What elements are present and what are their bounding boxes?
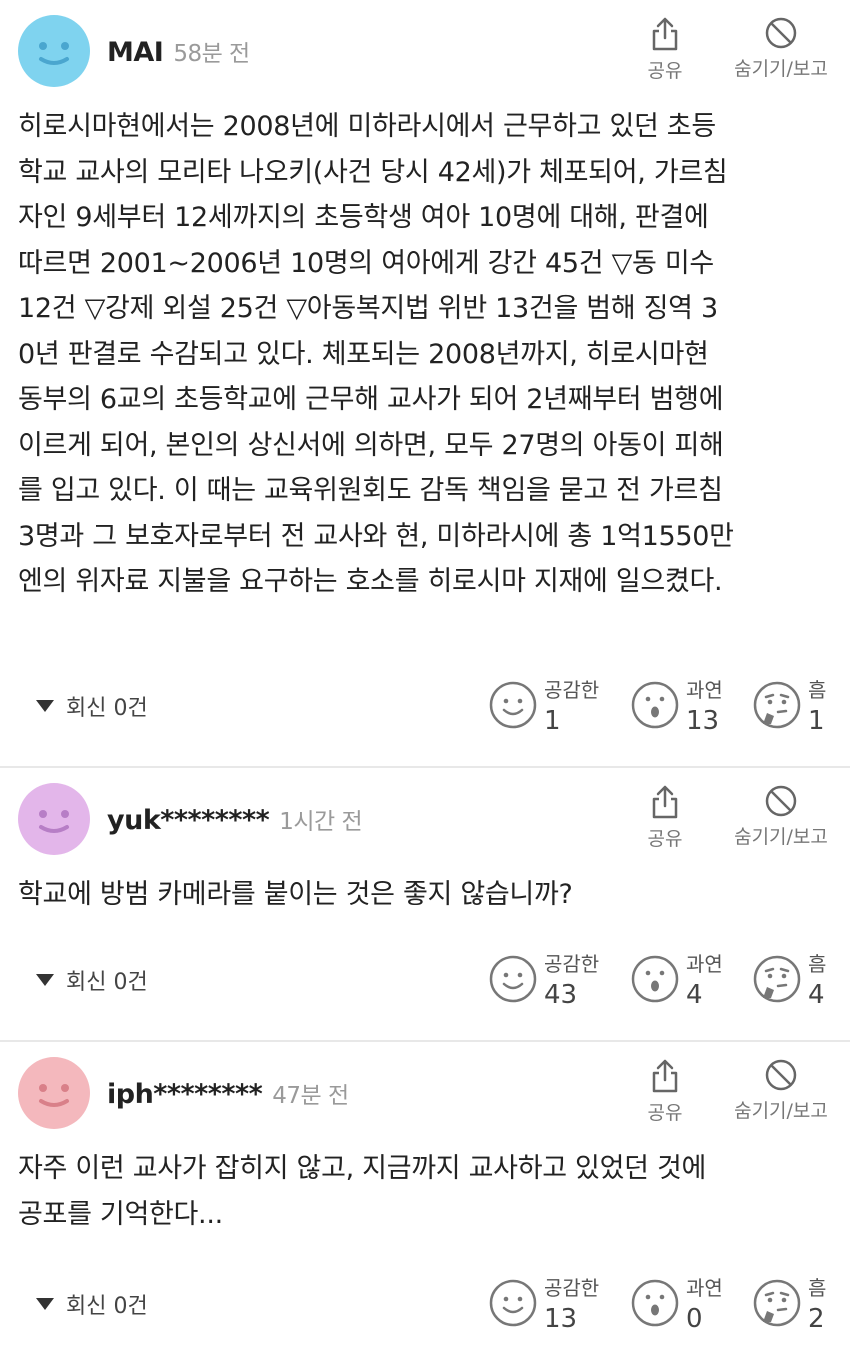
reaction-count: 4 xyxy=(686,980,703,1010)
reaction-label: 흠 xyxy=(808,1276,827,1300)
replies-label: 회신 0건 xyxy=(66,1294,148,1319)
comment-time: 1시간 전 xyxy=(279,809,363,835)
thinking-icon xyxy=(753,681,801,729)
share-label: 공유 xyxy=(647,828,683,850)
username[interactable]: iph******** 47분 전 xyxy=(107,1076,349,1110)
triangle-down-icon xyxy=(36,1298,54,1310)
reaction-label: 공감한 xyxy=(544,952,600,976)
block-icon xyxy=(765,785,797,817)
share-button[interactable]: 공유 xyxy=(638,1058,692,1125)
comment-text: 히로시마현에서는 2008년에 미하라시에서 근무하고 있던 초등 학교 교사의… xyxy=(18,111,734,597)
block-icon xyxy=(765,1059,797,1091)
share-button[interactable]: 공유 xyxy=(638,16,692,83)
reaction-label: 흠 xyxy=(808,678,827,702)
username[interactable]: yuk******** 1시간 전 xyxy=(107,802,363,836)
avatar[interactable] xyxy=(18,1057,90,1129)
avatar[interactable] xyxy=(18,15,90,87)
reaction-count: 13 xyxy=(544,1304,578,1334)
reaction-hmm[interactable]: 흠 2 xyxy=(752,1272,850,1344)
comment-card: iph******** 47분 전 공유 숨기기/보고 자주 이런 교사가 잡히지… xyxy=(0,1042,850,1362)
block-icon xyxy=(765,17,797,49)
comment-time: 58분 전 xyxy=(173,41,250,67)
reaction-indeed[interactable]: 과연 4 xyxy=(630,948,750,1020)
comment-time: 47분 전 xyxy=(272,1083,349,1109)
reaction-label: 과연 xyxy=(686,952,723,976)
reaction-empathy[interactable]: 공감한 43 xyxy=(488,948,608,1020)
smile-icon xyxy=(489,681,537,729)
reaction-indeed[interactable]: 과연 13 xyxy=(630,674,750,746)
reaction-label: 공감한 xyxy=(544,1276,600,1300)
hide-report-button[interactable]: 숨기기/보고 xyxy=(720,1058,842,1123)
reaction-hmm[interactable]: 흠 4 xyxy=(752,948,850,1020)
username[interactable]: MAI 58분 전 xyxy=(107,34,250,68)
thinking-icon xyxy=(753,955,801,1003)
share-icon xyxy=(652,17,678,51)
reaction-count: 2 xyxy=(808,1304,825,1334)
replies-toggle[interactable]: 회신 0건 xyxy=(36,964,148,996)
thinking-icon xyxy=(753,1279,801,1327)
share-button[interactable]: 공유 xyxy=(638,784,692,851)
triangle-down-icon xyxy=(36,974,54,986)
share-icon xyxy=(652,1059,678,1093)
comment-card: MAI 58분 전 공유 숨기기/보고 히로시마현에서는 2008년에 미하라시에… xyxy=(0,0,850,768)
reaction-empathy[interactable]: 공감한 13 xyxy=(488,1272,608,1344)
comment-text: 학교에 방범 카메라를 붙이는 것은 좋지 않습니까? xyxy=(18,879,573,910)
smile-icon xyxy=(489,955,537,1003)
replies-toggle[interactable]: 회신 0건 xyxy=(36,1288,148,1320)
hide-report-label: 숨기기/보고 xyxy=(734,1100,828,1122)
reaction-hmm[interactable]: 흠 1 xyxy=(752,674,850,746)
share-icon xyxy=(652,785,678,819)
reaction-label: 과연 xyxy=(686,1276,723,1300)
reaction-empathy[interactable]: 공감한 1 xyxy=(488,674,608,746)
hide-report-button[interactable]: 숨기기/보고 xyxy=(720,784,842,849)
hide-report-label: 숨기기/보고 xyxy=(734,826,828,848)
share-label: 공유 xyxy=(647,1102,683,1124)
reaction-indeed[interactable]: 과연 0 xyxy=(630,1272,750,1344)
reaction-label: 공감한 xyxy=(544,678,600,702)
reaction-count: 13 xyxy=(686,706,720,736)
replies-toggle[interactable]: 회신 0건 xyxy=(36,690,148,722)
smile-icon xyxy=(489,1279,537,1327)
triangle-down-icon xyxy=(36,700,54,712)
reaction-count: 1 xyxy=(808,706,825,736)
hide-report-label: 숨기기/보고 xyxy=(734,58,828,80)
avatar[interactable] xyxy=(18,783,90,855)
replies-label: 회신 0건 xyxy=(66,970,148,995)
surprised-icon xyxy=(631,1279,679,1327)
comment-text: 자주 이런 교사가 잡히지 않고, 지금까지 교사하고 있었던 것에 공포를 기… xyxy=(18,1153,707,1230)
reaction-count: 4 xyxy=(808,980,825,1010)
reaction-count: 0 xyxy=(686,1304,703,1334)
hide-report-button[interactable]: 숨기기/보고 xyxy=(720,16,842,81)
reaction-label: 과연 xyxy=(686,678,723,702)
share-label: 공유 xyxy=(647,60,683,82)
surprised-icon xyxy=(631,955,679,1003)
reaction-count: 1 xyxy=(544,706,561,736)
surprised-icon xyxy=(631,681,679,729)
comment-card: yuk******** 1시간 전 공유 숨기기/보고 학교에 방범 카메라를 붙… xyxy=(0,768,850,1042)
reaction-label: 흠 xyxy=(808,952,827,976)
reaction-count: 43 xyxy=(544,980,578,1010)
replies-label: 회신 0건 xyxy=(66,696,148,721)
